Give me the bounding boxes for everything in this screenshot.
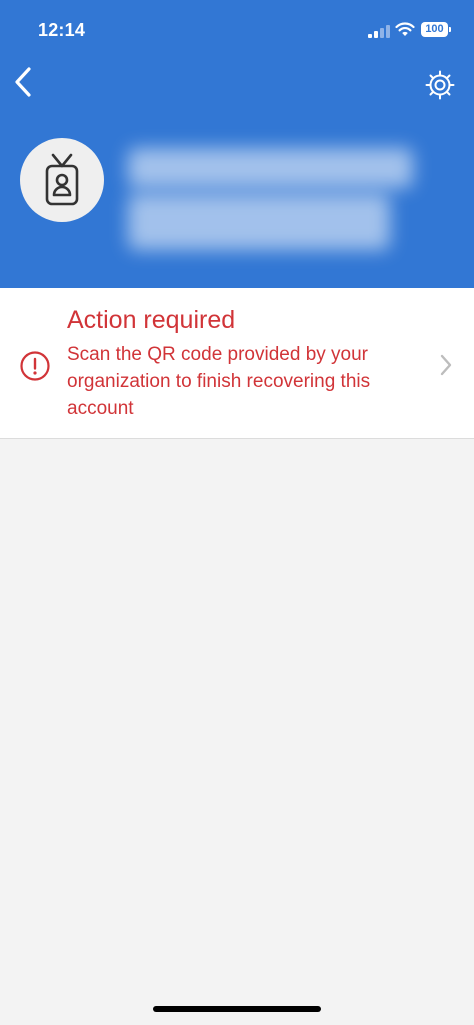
chevron-left-icon <box>15 67 31 97</box>
exclamation-circle-icon <box>20 351 50 381</box>
settings-button[interactable] <box>423 68 457 102</box>
chevron-right-icon <box>440 354 452 376</box>
wifi-icon <box>395 22 415 36</box>
redacted-account-name <box>128 148 413 188</box>
account-header: 12:14 100 <box>0 0 474 288</box>
status-bar: 12:14 100 <box>0 0 474 60</box>
alert-message: Scan the QR code provided by your organi… <box>67 344 371 419</box>
alert-title: Action required <box>67 306 236 334</box>
id-badge-icon <box>45 153 79 206</box>
redacted-account-email <box>128 194 390 250</box>
account-avatar <box>20 138 104 222</box>
action-required-card[interactable]: Action required Scan the QR code provide… <box>0 288 474 439</box>
back-button[interactable] <box>8 62 42 102</box>
battery-tip <box>449 27 451 32</box>
cellular-signal-icon <box>368 25 390 38</box>
battery-indicator: 100 <box>421 22 448 37</box>
home-indicator[interactable] <box>153 1006 321 1012</box>
status-time: 12:14 <box>38 20 86 40</box>
gear-icon <box>425 70 455 100</box>
